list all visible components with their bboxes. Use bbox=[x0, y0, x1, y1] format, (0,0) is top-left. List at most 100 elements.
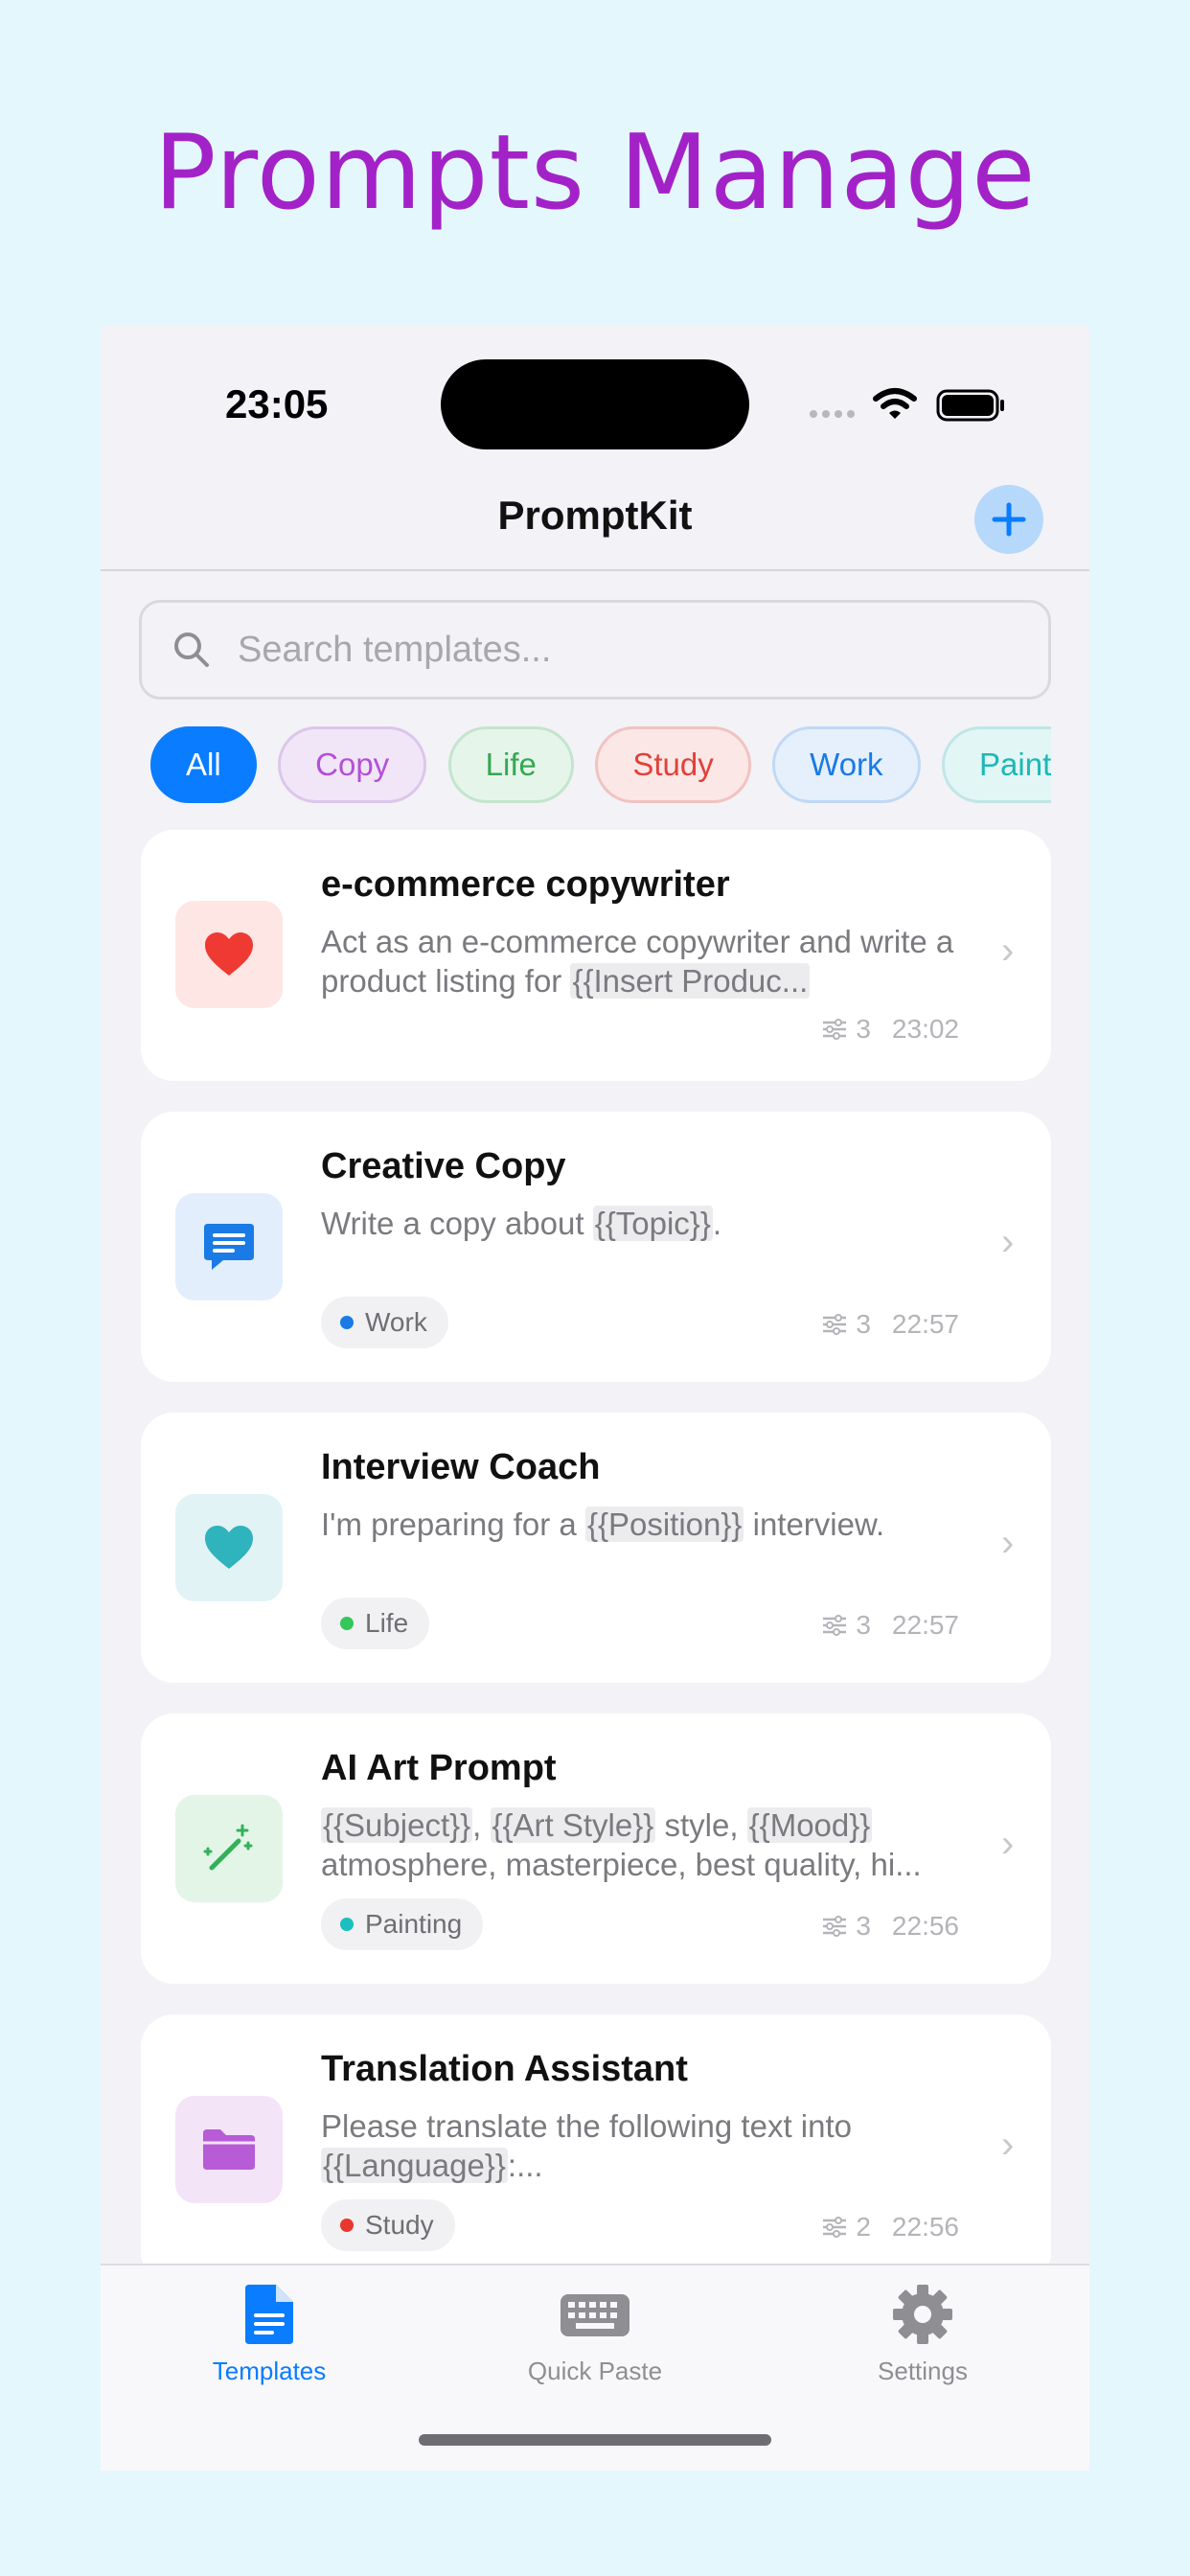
template-icon-box bbox=[175, 2096, 283, 2203]
variable-count: 3 bbox=[856, 1309, 871, 1339]
tag-label: Study bbox=[365, 2210, 434, 2240]
sliders-icon bbox=[823, 1916, 847, 1937]
search-placeholder: Search templates... bbox=[238, 629, 552, 670]
template-description: Act as an e-commerce copywriter and writ… bbox=[321, 922, 973, 1000]
keyboard-icon bbox=[561, 2294, 629, 2336]
filter-chip-label: Life bbox=[485, 747, 537, 782]
filter-chip-label: Study bbox=[632, 747, 714, 782]
nav-bar: PromptKit bbox=[101, 470, 1089, 571]
magic-wand-icon bbox=[203, 1824, 253, 1871]
filter-chip-work[interactable]: Work bbox=[772, 726, 921, 803]
description-text: , bbox=[472, 1807, 491, 1843]
template-description: I'm preparing for a {{Position}} intervi… bbox=[321, 1505, 973, 1544]
template-title: AI Art Prompt bbox=[321, 1748, 557, 1788]
template-time: 22:57 bbox=[891, 1309, 959, 1339]
add-template-button[interactable] bbox=[974, 485, 1043, 554]
tab-templates[interactable]: Templates bbox=[154, 2283, 384, 2386]
home-indicator bbox=[419, 2434, 771, 2446]
filter-chip-label: All bbox=[186, 747, 221, 782]
placeholder-variable: {{Language}} bbox=[321, 2148, 508, 2183]
template-card[interactable]: Creative Copy Write a copy about {{Topic… bbox=[141, 1112, 1051, 1382]
template-card[interactable]: e-commerce copywriter Act as an e-commer… bbox=[141, 830, 1051, 1081]
tag-dot bbox=[340, 1617, 354, 1630]
template-title: Interview Coach bbox=[321, 1447, 601, 1487]
hero-title: Prompts Manage bbox=[153, 113, 1037, 233]
tag-dot bbox=[340, 1316, 354, 1329]
variable-count: 3 bbox=[856, 1014, 871, 1044]
placeholder-variable: {{Insert Produc... bbox=[570, 963, 811, 999]
category-tag: Work bbox=[321, 1297, 448, 1348]
template-time: 22:57 bbox=[891, 1610, 959, 1640]
sliders-icon bbox=[823, 1019, 847, 1040]
heart-icon bbox=[205, 932, 253, 976]
template-time: 22:56 bbox=[891, 2212, 959, 2242]
phone-screen: 23:05 PromptKit Search templates... All … bbox=[101, 326, 1089, 2471]
description-text: :... bbox=[507, 2148, 543, 2183]
template-description: Please translate the following text into… bbox=[321, 2106, 973, 2185]
tag-label: Work bbox=[365, 1307, 427, 1337]
filter-chips: All Copy Life Study Work Painting bbox=[150, 726, 1051, 807]
tab-label: Templates bbox=[212, 2357, 327, 2385]
chevron-right-icon: › bbox=[1001, 2124, 1015, 2166]
template-title: Translation Assistant bbox=[321, 2049, 688, 2089]
category-tag: Study bbox=[321, 2199, 455, 2251]
placeholder-variable: {{Subject}} bbox=[321, 1807, 473, 1843]
document-icon bbox=[245, 2285, 293, 2344]
description-text: . bbox=[712, 1206, 722, 1241]
template-icon-box bbox=[175, 1494, 283, 1601]
category-tag: Painting bbox=[321, 1898, 484, 1950]
search-input[interactable]: Search templates... bbox=[139, 600, 1051, 700]
template-meta: 3 23:02 bbox=[821, 1014, 959, 1045]
filter-chip-painting[interactable]: Painting bbox=[942, 726, 1051, 803]
template-icon-box bbox=[175, 1193, 283, 1300]
template-description: {{Subject}}, {{Art Style}} style, {{Mood… bbox=[321, 1806, 973, 1884]
gear-icon bbox=[893, 2285, 952, 2344]
heart-icon bbox=[205, 1526, 253, 1569]
template-card[interactable]: Interview Coach I'm preparing for a {{Po… bbox=[141, 1413, 1051, 1683]
tab-label: Quick Paste bbox=[527, 2357, 663, 2385]
template-meta: 3 22:57 bbox=[821, 1309, 959, 1340]
plus-icon bbox=[992, 502, 1026, 537]
filter-chip-copy[interactable]: Copy bbox=[278, 726, 427, 803]
description-text: atmosphere, masterpiece, best quality, h… bbox=[321, 1847, 922, 1882]
message-icon bbox=[204, 1224, 254, 1270]
tag-label: Painting bbox=[365, 1909, 463, 1939]
variable-count: 3 bbox=[856, 1610, 871, 1640]
nav-title: PromptKit bbox=[497, 493, 693, 538]
tag-dot bbox=[340, 1918, 354, 1931]
sliders-icon bbox=[823, 1314, 847, 1335]
placeholder-variable: {{Topic}} bbox=[592, 1206, 713, 1241]
template-title: Creative Copy bbox=[321, 1146, 566, 1186]
template-title: e-commerce copywriter bbox=[321, 864, 730, 905]
filter-chip-all[interactable]: All bbox=[150, 726, 257, 803]
filter-chip-life[interactable]: Life bbox=[447, 726, 574, 803]
category-tag: Life bbox=[321, 1598, 430, 1649]
description-text: I'm preparing for a bbox=[321, 1506, 585, 1542]
chevron-right-icon: › bbox=[1001, 1221, 1015, 1263]
signal-icon bbox=[810, 410, 855, 418]
template-time: 22:56 bbox=[891, 1911, 959, 1941]
search-icon bbox=[174, 632, 209, 667]
template-meta: 2 22:56 bbox=[821, 2212, 959, 2242]
template-card[interactable]: AI Art Prompt {{Subject}}, {{Art Style}}… bbox=[141, 1714, 1051, 1984]
description-text: Please translate the following text into bbox=[321, 2108, 852, 2144]
folder-icon bbox=[203, 2129, 255, 2170]
tag-dot bbox=[340, 2219, 354, 2232]
placeholder-variable: {{Mood}} bbox=[746, 1807, 873, 1843]
template-time: 23:02 bbox=[891, 1014, 959, 1044]
chevron-right-icon: › bbox=[1001, 930, 1015, 972]
variable-count: 2 bbox=[856, 2212, 871, 2242]
chevron-right-icon: › bbox=[1001, 1823, 1015, 1865]
description-text: style, bbox=[655, 1807, 747, 1843]
filter-chip-study[interactable]: Study bbox=[595, 726, 751, 803]
battery-icon bbox=[936, 389, 1004, 422]
filter-chip-label: Copy bbox=[315, 747, 390, 782]
description-text: interview. bbox=[744, 1506, 885, 1542]
sliders-icon bbox=[823, 2217, 847, 2238]
tab-settings[interactable]: Settings bbox=[808, 2283, 1038, 2386]
template-icon-box bbox=[175, 1795, 283, 1902]
tab-quick-paste[interactable]: Quick Paste bbox=[480, 2283, 710, 2386]
chevron-right-icon: › bbox=[1001, 1522, 1015, 1564]
template-card[interactable]: Translation Assistant Please translate t… bbox=[141, 2014, 1051, 2285]
dynamic-island bbox=[441, 359, 749, 449]
